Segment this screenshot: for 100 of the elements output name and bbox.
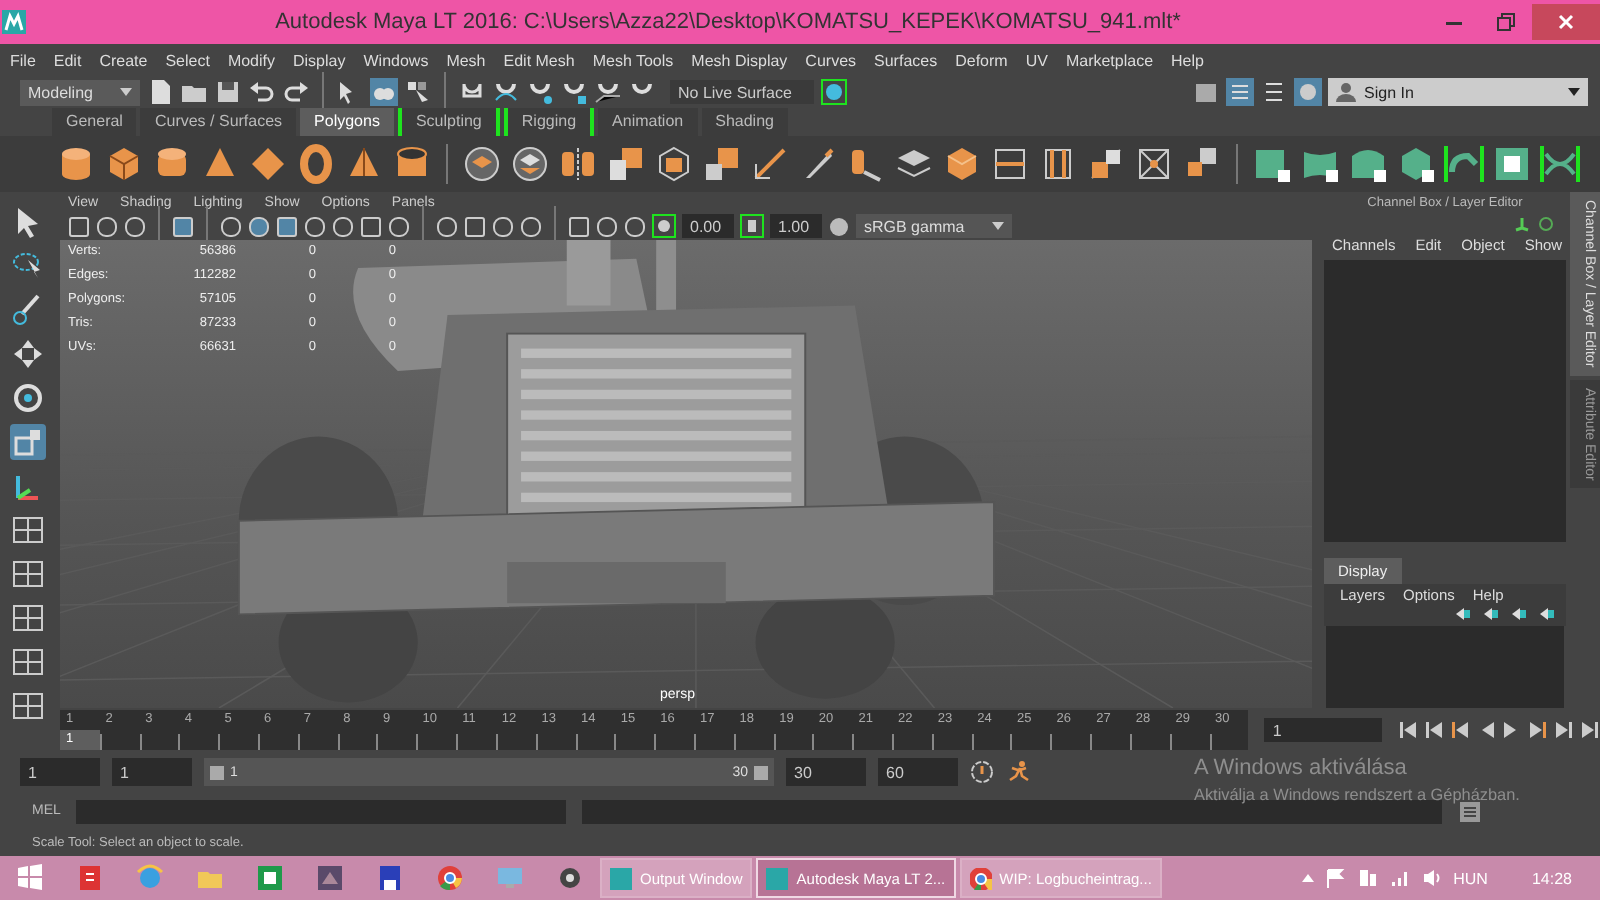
torus-icon[interactable]	[296, 144, 336, 184]
redo-icon[interactable]	[282, 78, 310, 106]
step-forward-key-icon[interactable]	[1554, 720, 1574, 740]
combine-icon[interactable]	[462, 144, 502, 184]
sign-in-dropdown[interactable]: Sign In	[1328, 78, 1588, 106]
menu-item[interactable]: Windows	[363, 51, 429, 69]
menu-item[interactable]: Edit Mesh	[503, 51, 575, 69]
menu-item[interactable]: UV	[1025, 51, 1048, 69]
menu-item[interactable]: Deform	[955, 51, 1008, 69]
exposure-field[interactable]: 0.00	[682, 214, 734, 238]
document-app-icon[interactable]	[76, 864, 104, 892]
new-layer-selected-icon[interactable]	[1538, 606, 1556, 623]
snap-view-icon[interactable]	[560, 78, 588, 106]
mirror-icon[interactable]	[558, 144, 598, 184]
diamond-icon[interactable]	[248, 144, 288, 184]
move-tool[interactable]	[9, 336, 45, 372]
step-back-frame-icon[interactable]	[1450, 720, 1470, 740]
extrude-face-icon[interactable]	[1086, 144, 1126, 184]
signal-bars-icon[interactable]	[1389, 868, 1410, 888]
speed-icon[interactable]	[970, 760, 994, 784]
menu-item[interactable]: Curves	[805, 51, 857, 69]
app-icon	[610, 867, 632, 889]
save-icon[interactable]	[214, 78, 242, 106]
checker-grid-icon[interactable]	[606, 144, 646, 184]
undo-icon[interactable]	[248, 78, 276, 106]
uv-stitch-icon[interactable]	[1540, 144, 1580, 184]
select-component-icon[interactable]	[404, 78, 432, 106]
uv-checker-icon[interactable]	[1492, 144, 1532, 184]
cylinder-icon[interactable]	[56, 144, 96, 184]
shelf-tab[interactable]: Rigging	[503, 108, 595, 136]
snap-surface-icon[interactable]	[594, 78, 622, 106]
new-layer-icon[interactable]	[1510, 606, 1528, 623]
bevel-icon[interactable]	[750, 144, 790, 184]
paint-brush-tool[interactable]	[9, 292, 45, 328]
live-surface-field[interactable]: No Live Surface	[670, 80, 814, 104]
checker-grid-icon[interactable]	[702, 144, 742, 184]
snap-point-icon[interactable]	[526, 78, 554, 106]
layout-tool[interactable]	[9, 600, 45, 636]
shelf-tab[interactable]: General	[52, 108, 137, 136]
menu-item[interactable]: Mesh Display	[691, 51, 788, 69]
shelf-tab[interactable]: Polygons	[300, 108, 394, 136]
speaker-icon[interactable]	[1421, 868, 1442, 888]
step-back-key-icon[interactable]	[1424, 720, 1444, 740]
layout-tool[interactable]	[9, 556, 45, 592]
layout-tool[interactable]	[9, 644, 45, 680]
menu-item[interactable]: Surfaces	[874, 51, 938, 69]
go-to-start-icon[interactable]	[1398, 720, 1418, 740]
shelf-tab[interactable]: Animation	[598, 108, 698, 136]
close-button[interactable]	[1532, 4, 1600, 40]
playback-start-field[interactable]: 1	[112, 758, 192, 786]
menu-item[interactable]: Marketplace	[1065, 51, 1154, 69]
separate-icon[interactable]	[510, 144, 550, 184]
end-time-field[interactable]: 60	[878, 758, 958, 786]
layout-tool[interactable]	[9, 688, 45, 724]
shelf-tab[interactable]: Sculpting	[397, 108, 500, 136]
move-layer-up-icon[interactable]	[1454, 606, 1472, 623]
step-forward-frame-icon[interactable]	[1528, 720, 1548, 740]
shelf-tab[interactable]: Shading	[701, 108, 788, 136]
shelf-tab[interactable]: Curves / Surfaces	[140, 108, 297, 136]
uv-plane-icon[interactable]	[1252, 144, 1292, 184]
attribute-editor-icon[interactable]	[1260, 78, 1288, 106]
menu-item[interactable]: Display	[293, 51, 346, 69]
flag-icon[interactable]	[1325, 868, 1346, 888]
menu-item[interactable]: Select	[165, 51, 210, 69]
command-input-field[interactable]	[76, 799, 567, 823]
go-to-end-icon[interactable]	[1580, 720, 1600, 740]
cube-icon[interactable]	[104, 144, 144, 184]
menu-item[interactable]: Modify	[227, 51, 275, 69]
menu-item[interactable]: Help	[1171, 51, 1204, 69]
menu-item[interactable]: Create	[99, 51, 148, 69]
menu-item[interactable]: Mesh	[446, 51, 486, 69]
cube-icon[interactable]	[942, 144, 982, 184]
layout-tool[interactable]	[9, 512, 45, 548]
snap-curve-icon[interactable]	[492, 78, 520, 106]
bridge-icon[interactable]	[846, 144, 886, 184]
windows-logo-icon[interactable]	[16, 864, 44, 892]
menu-set-dropdown[interactable]: Modeling	[20, 79, 140, 105]
running-figure-icon[interactable]	[1006, 760, 1030, 784]
menu-item[interactable]: Edit	[53, 51, 82, 69]
start-time-field[interactable]: 1	[20, 758, 100, 786]
hex-cube-icon[interactable]	[654, 144, 694, 184]
chrome-like-browser-icon[interactable]	[436, 864, 464, 892]
render-icon[interactable]	[820, 78, 848, 106]
paint-brush-icon	[9, 292, 45, 328]
crossed-box-icon[interactable]	[1134, 144, 1174, 184]
menu-item[interactable]: Mesh Tools	[592, 51, 674, 69]
uv-cube-icon[interactable]	[1396, 144, 1436, 184]
edge-loop-icon[interactable]	[990, 144, 1030, 184]
close-icon	[1556, 12, 1576, 32]
menu-item[interactable]: File	[10, 51, 36, 69]
playback-end-field[interactable]: 30	[786, 758, 866, 786]
uv-unfold-icon[interactable]	[1444, 144, 1484, 184]
current-frame-field[interactable]: 1	[1264, 718, 1382, 742]
scale-tool[interactable]	[9, 424, 45, 460]
move-layer-down-icon[interactable]	[1482, 606, 1500, 623]
spreadsheet-icon[interactable]	[256, 864, 284, 892]
network-icon[interactable]	[1357, 868, 1378, 888]
gamma-field[interactable]: 1.00	[770, 214, 822, 238]
caret-up-icon[interactable]	[1301, 874, 1314, 882]
color-space-dropdown[interactable]: sRGB gamma	[856, 214, 1012, 238]
